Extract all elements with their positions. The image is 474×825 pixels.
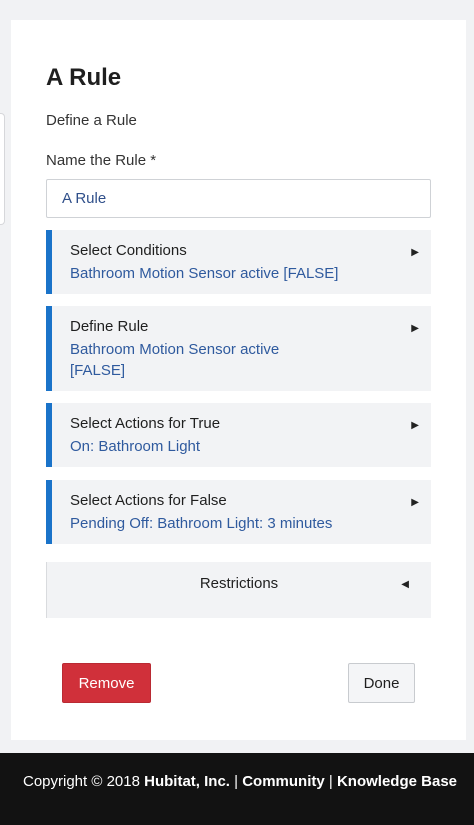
page-subtitle: Define a Rule (46, 112, 137, 129)
play-right-icon: ▶ (411, 497, 419, 508)
community-link[interactable]: Community (242, 773, 325, 790)
restrictions-toggle[interactable]: Restrictions ◀ (46, 562, 431, 618)
rule-name-input[interactable] (46, 179, 431, 218)
footer-separator: | (234, 773, 239, 790)
section-title: Select Actions for False (70, 492, 227, 509)
play-right-icon: ▶ (411, 247, 419, 258)
done-button[interactable]: Done (348, 663, 415, 703)
side-panel-edge (0, 113, 5, 225)
restrictions-label: Restrictions (199, 575, 279, 592)
copyright-text: Copyright © 2018 (23, 773, 140, 790)
section-value: Bathroom Motion Sensor active [FALSE] (70, 265, 339, 282)
section-value: Bathroom Motion Sensor active [FALSE] (70, 341, 280, 379)
section-value: On: Bathroom Light (70, 438, 201, 455)
section-define-rule[interactable]: Define Rule Bathroom Motion Sensor activ… (46, 306, 431, 391)
footer-separator: | (328, 773, 333, 790)
section-value: Pending Off: Bathroom Light: 3 minutes (70, 515, 333, 532)
section-select-conditions[interactable]: Select Conditions Bathroom Motion Sensor… (46, 230, 431, 294)
section-title: Select Conditions (70, 242, 187, 259)
remove-button[interactable]: Remove (62, 663, 151, 703)
section-title: Define Rule (70, 318, 149, 335)
play-right-icon: ▶ (411, 323, 419, 334)
play-left-icon: ◀ (401, 579, 409, 590)
page-title: A Rule (46, 64, 122, 91)
footer: Copyright © 2018 Hubitat, Inc. | Communi… (0, 753, 474, 825)
section-title: Select Actions for True (70, 415, 221, 432)
play-right-icon: ▶ (411, 420, 419, 431)
knowledge-base-link[interactable]: Knowledge Base (337, 773, 457, 790)
company-name: Hubitat, Inc. (144, 773, 230, 790)
section-actions-false[interactable]: Select Actions for False Pending Off: Ba… (46, 480, 431, 544)
section-actions-true[interactable]: Select Actions for True On: Bathroom Lig… (46, 403, 431, 467)
rule-name-label: Name the Rule * (46, 152, 157, 169)
rule-card: A Rule Define a Rule Name the Rule * Sel… (11, 20, 466, 740)
